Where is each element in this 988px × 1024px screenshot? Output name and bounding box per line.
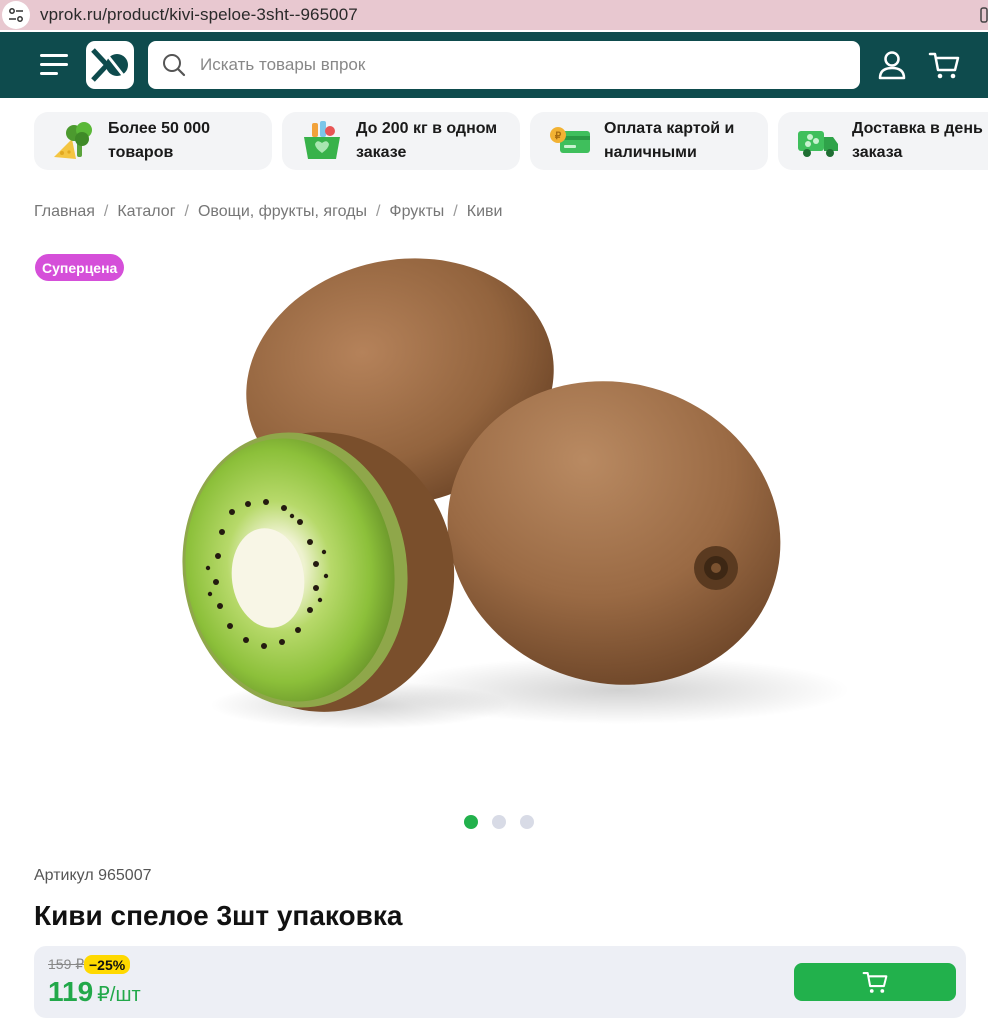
old-price: 159 ₽ [48,956,85,972]
url-text[interactable]: vprok.ru/product/kivi-speloe-3sht--96500… [40,5,358,25]
superprice-badge: Суперцена [35,254,125,281]
kiwi-stem [694,546,738,590]
gallery-pagination [464,815,534,829]
svg-text:₽: ₽ [555,131,562,142]
user-icon[interactable] [876,49,908,81]
breadcrumb-separator: / [103,203,109,220]
logo[interactable] [86,41,134,89]
search-icon[interactable] [162,53,186,77]
product-image[interactable] [150,250,850,780]
breadcrumb-catalog[interactable]: Каталог [117,203,175,221]
feature-weight[interactable]: До 200 кг в одном заказе [282,112,520,170]
gallery-dot-3[interactable] [520,815,534,829]
add-to-cart-button[interactable] [794,963,956,1001]
grocery-box-icon [304,121,340,159]
breadcrumb-fruits[interactable]: Фрукты [389,203,444,221]
breadcrumb-separator: / [453,203,458,220]
card-coin-icon: ₽ [550,127,590,153]
breadcrumb-kiwi[interactable]: Киви [467,203,503,221]
product-title: Киви спелое 3шт упаковка [34,900,403,931]
site-header [0,32,988,98]
feature-label: Оплата картой и наличными [604,120,735,161]
delivery-truck-icon [798,131,838,157]
price-panel: 159 ₽ −25% 119 ₽/шт [34,946,966,1018]
feature-label: До 200 кг в одном заказе [356,120,498,161]
breadcrumb: Главная / Каталог / Овощи, фрукты, ягоды… [34,203,502,221]
breadcrumb-separator: / [184,203,189,220]
breadcrumb-vegetables-fruits[interactable]: Овощи, фрукты, ягоды [198,203,367,221]
gallery-dot-1[interactable] [464,815,478,829]
feature-label: Более 50 000 товаров [108,120,211,161]
gallery-dot-2[interactable] [492,815,506,829]
current-price: 119 ₽/шт [48,976,141,1008]
feature-label: Доставка в день заказа [852,120,983,161]
features-row: Более 50 000 товаров До 200 кг в одном з… [34,112,988,170]
site-settings-icon[interactable] [2,1,30,29]
browser-url-bar: vprok.ru/product/kivi-speloe-3sht--96500… [0,0,988,30]
breadcrumb-separator: / [375,203,381,220]
cart-icon[interactable] [928,49,960,81]
product-article: Артикул 965007 [34,867,152,884]
search-input[interactable] [200,55,820,75]
discount-badge: −25% [84,955,131,974]
price-value: 119 [48,976,94,1007]
feature-delivery[interactable]: Доставка в день заказа [778,112,988,170]
menu-icon[interactable] [40,54,68,76]
browser-edge-icon [980,0,988,30]
broccoli-cheese-icon [54,122,92,159]
feature-assortment[interactable]: Более 50 000 товаров [34,112,272,170]
breadcrumb-home[interactable]: Главная [34,203,95,221]
feature-payment[interactable]: ₽ Оплата картой и наличными [530,112,768,170]
cart-icon [862,972,888,993]
price-unit: ₽/шт [97,984,141,1006]
search-bar[interactable] [148,41,860,89]
